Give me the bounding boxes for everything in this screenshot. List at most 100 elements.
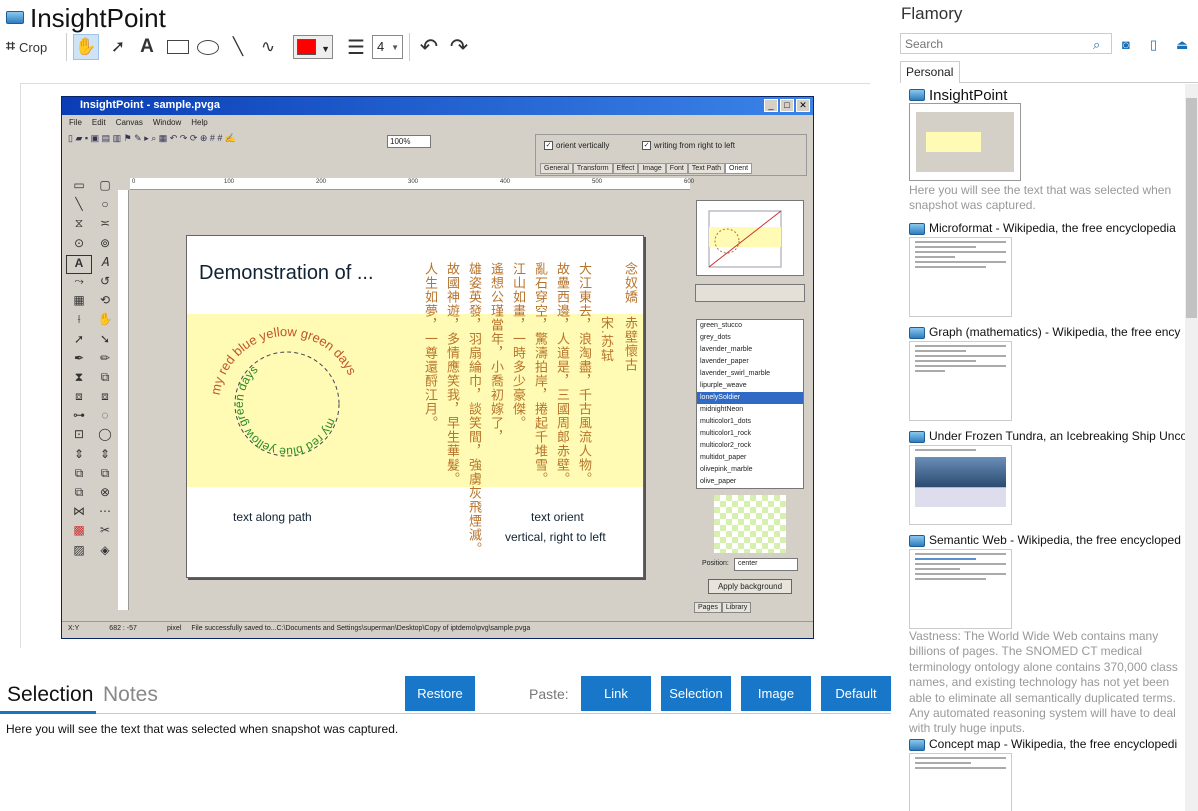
- snapshot-toolbar: ▯ ▰ ▪ ▣ ▤ ▥ ⚑ ✎ ▸ ⌕ ▦ ↶ ↷ ⟳ ⊕ # # ✍: [68, 133, 237, 143]
- toolbar-separator: [66, 33, 67, 61]
- snapshot-icon: [909, 535, 925, 547]
- ruler-tick-label: 200: [316, 179, 327, 185]
- snapshot-menu-item: Canvas: [115, 118, 143, 127]
- snapshot-property-tabs: General Transform Effect Image Font Text Path…: [540, 163, 753, 174]
- collapse-icon[interactable]: ⏏: [1176, 37, 1188, 53]
- snapshot-title[interactable]: Under Frozen Tundra, an Icebreaking Ship…: [929, 429, 1185, 443]
- snapshot-library-tabs: [695, 284, 805, 302]
- snapshot-horizontal-ruler: 0 100 200 300 400 500 600: [130, 178, 694, 190]
- poem-column: 故壘西邊，人道是，三國周郎赤壁。: [555, 262, 570, 486]
- snapshot-icon: [909, 739, 925, 751]
- ellipse-icon: [197, 39, 219, 55]
- snapshot-title[interactable]: InsightPoint: [929, 87, 1185, 104]
- chevron-down-icon: ▼: [391, 43, 399, 52]
- snapshot-title[interactable]: Microformat - Wikipedia, the free encycl…: [929, 221, 1185, 235]
- selection-text[interactable]: Here you will see the text that was sele…: [6, 722, 398, 736]
- text-tool-button[interactable]: A: [134, 34, 160, 60]
- poem-column: 大江東去，浪淘盡，千古風流人物。: [577, 262, 592, 486]
- paste-image-button[interactable]: Image: [741, 676, 811, 711]
- snapshot-menu-item: File: [69, 118, 82, 127]
- snapshot-zoom: 100%: [387, 135, 431, 148]
- color-swatch: [297, 39, 316, 55]
- search-icon[interactable]: ⌕: [1093, 37, 1100, 53]
- restore-button[interactable]: Restore: [405, 676, 475, 711]
- paste-link-button[interactable]: Link: [581, 676, 651, 711]
- line-width-icon: ☰: [347, 36, 365, 59]
- canvas-border-top: [20, 83, 870, 84]
- line-size-select[interactable]: 4 ▼: [372, 35, 403, 59]
- redo-icon: ↷: [449, 34, 469, 59]
- crop-button[interactable]: ⌗ Crop: [6, 36, 47, 58]
- poem-column: 雄姿英發，羽扇綸巾，談笑間，強虜灰飛煙滅。: [467, 262, 482, 556]
- pen-icon: ∿: [260, 37, 276, 56]
- snapshot-pages-tabs: Pages Library: [694, 602, 752, 613]
- canvas-border-left: [20, 83, 21, 648]
- snapshot-menu-item: Edit: [91, 118, 106, 127]
- snapshot-list: InsightPoint Here you will see the text …: [902, 84, 1185, 811]
- ruler-tick-label: 300: [408, 179, 419, 185]
- color-picker[interactable]: ▼: [293, 35, 333, 59]
- snapshot-page-preview: [696, 200, 804, 276]
- pointer-icon: ➚: [110, 37, 126, 56]
- snapshot-position-select: center: [734, 558, 798, 571]
- poem-column: 江山如畫，一時多少豪傑。: [511, 262, 526, 430]
- snapshot-thumbnail[interactable]: [909, 103, 1021, 181]
- hand-tool-button[interactable]: ✋: [73, 34, 99, 60]
- rectangle-tool-button[interactable]: [165, 34, 191, 60]
- inner-circle-text: my red blue yellow green days: [232, 362, 339, 459]
- redo-button[interactable]: ↷: [446, 34, 472, 60]
- snapshot-thumbnail[interactable]: [909, 753, 1012, 811]
- snapshot-thumbnail[interactable]: [909, 237, 1012, 317]
- line-size-value: 4: [377, 39, 385, 54]
- snapshot-menu-item: Help: [191, 118, 208, 127]
- search-input[interactable]: [900, 33, 1112, 54]
- circular-text-graphic: my red blue yellow green days my red blu…: [208, 324, 360, 459]
- select-tool-button[interactable]: ➚: [105, 34, 131, 60]
- freehand-tool-button[interactable]: ∿: [255, 34, 281, 60]
- caption-text-orient: text orient: [531, 510, 584, 524]
- poem-column: 赤壁懷古: [623, 316, 638, 372]
- poem-column: 遙想公瑾當年，小喬初嫁了，: [489, 262, 504, 444]
- sidebar-title: Flamory: [901, 4, 963, 23]
- paste-default-button[interactable]: Default: [821, 676, 891, 711]
- snapshot-icon: [909, 223, 925, 235]
- snapshot-description: Vastness: The World Wide Web contains ma…: [909, 629, 1178, 736]
- ruler-tick-label: 0: [132, 179, 136, 185]
- snapshot-thumbnail[interactable]: [909, 445, 1012, 525]
- ruler-tick-label: 100: [224, 179, 235, 185]
- snapshot-title[interactable]: Semantic Web - Wikipedia, the free encyc…: [929, 533, 1185, 547]
- sidebar-scroll-thumb[interactable]: [1186, 98, 1197, 318]
- crop-icon: ⌗: [6, 38, 16, 55]
- snapshot-background-preview: [714, 495, 786, 553]
- paste-selection-button[interactable]: Selection: [661, 676, 731, 711]
- snapshot-document-page: Demonstration of ... my red blue yellow …: [186, 235, 644, 578]
- document-icon[interactable]: ▯: [1150, 37, 1157, 53]
- poem-column: 故國神遊，多情應笑我，早生華髮。: [445, 262, 460, 486]
- snapshot-icon: [909, 89, 925, 101]
- snapshot-title[interactable]: Graph (mathematics) - Wikipedia, the fre…: [929, 325, 1185, 339]
- line-tool-button[interactable]: ╲: [225, 34, 251, 60]
- chevron-down-icon: ▼: [321, 44, 330, 54]
- snapshot-tool-palette: ▭ ▢ ╲ ○ ⧖ ≍ ⊙ ⊚ A 𝐴 ⤳ ↺ ▦ ⟲ ⟊ ✋ ➚ ➘ ✒ ✏ ⧗ ⧉ ⧈ ⧈ ⊶ ◌ ⊡ ◯ ⇕ ⇕ ⧉ ⧉ ⧉ ⊗ ⋈ ⋯ ▩ ✂ ▨ ◈: [66, 178, 118, 618]
- ellipse-tool-button[interactable]: [195, 34, 221, 60]
- text-icon: A: [140, 36, 154, 57]
- minimize-icon: _: [764, 99, 778, 112]
- close-icon: ✕: [796, 99, 810, 112]
- snapshot-image: InsightPoint - sample.pvga _ □ ✕ File Ed…: [61, 96, 814, 639]
- line-width-button[interactable]: ☰: [343, 34, 369, 60]
- snapshot-thumbnail[interactable]: [909, 341, 1012, 421]
- undo-button[interactable]: ↶: [416, 34, 442, 60]
- ruler-tick-label: 400: [500, 179, 511, 185]
- svg-text:my red blue yellow green days: my red blue yellow green days: [232, 362, 339, 459]
- tab-selection[interactable]: Selection: [7, 683, 93, 707]
- snapshot-icon: [909, 431, 925, 443]
- app-title: InsightPoint: [30, 3, 166, 33]
- sidebar-tab-divider: [959, 82, 1198, 83]
- ruler-tick-label: 600: [684, 179, 695, 185]
- snapshot-thumbnail[interactable]: [909, 549, 1012, 629]
- snapshot-title[interactable]: Concept map - Wikipedia, the free encycl…: [929, 737, 1185, 751]
- tab-notes[interactable]: Notes: [103, 683, 158, 707]
- tab-personal[interactable]: Personal: [900, 61, 960, 83]
- orient-vertically-check: ✓ orient vertically: [544, 141, 610, 150]
- camera-icon[interactable]: ◙: [1122, 37, 1130, 52]
